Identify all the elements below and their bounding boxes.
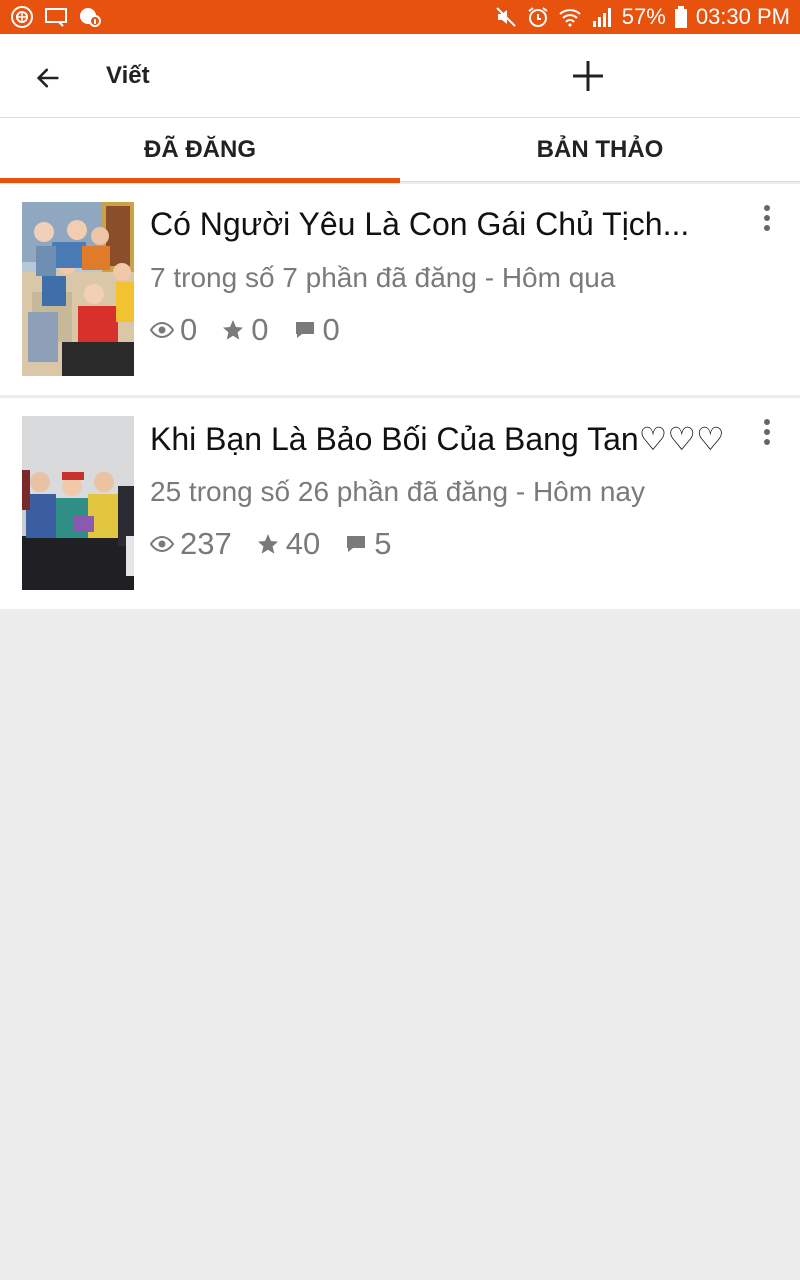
status-bar-right: 57% 03:30 PM: [494, 4, 790, 30]
votes-stat: 40: [256, 526, 320, 562]
views-stat: 237: [150, 526, 232, 562]
story-cover-image[interactable]: [22, 416, 134, 590]
battery-icon: [674, 5, 688, 29]
comment-icon: [347, 536, 366, 552]
story-stats: 0 0 0: [150, 312, 340, 348]
story-title[interactable]: Có Người Yêu Là Con Gái Chủ Tịch...: [150, 206, 730, 243]
comments-count: 5: [374, 526, 392, 561]
page-title: Viết: [106, 62, 150, 89]
story-card[interactable]: Khi Bạn Là Bảo Bối Của Bang Tan♡♡♡ 25 tr…: [0, 398, 800, 612]
more-vertical-icon: [764, 205, 770, 231]
votes-stat: 0: [221, 312, 269, 348]
story-menu-button[interactable]: [752, 412, 782, 452]
story-title[interactable]: Khi Bạn Là Bảo Bối Của Bang Tan♡♡♡: [150, 420, 730, 458]
votes-count: 0: [251, 312, 269, 347]
comment-icon: [295, 322, 314, 338]
eye-icon: [150, 321, 174, 339]
story-meta: 25 trong số 26 phần đã đăng - Hôm nay: [150, 476, 646, 507]
story-meta: 7 trong số 7 phần đã đăng - Hôm qua: [150, 262, 616, 293]
more-vertical-icon: [764, 419, 770, 445]
story-cover-image[interactable]: [22, 202, 134, 376]
mute-icon: [494, 5, 518, 29]
back-button[interactable]: [26, 56, 70, 100]
story-stats: 237 40 5: [150, 526, 391, 562]
alarm-icon: [526, 5, 550, 29]
views-count: 0: [180, 312, 198, 347]
story-menu-button[interactable]: [752, 198, 782, 238]
story-card[interactable]: Có Người Yêu Là Con Gái Chủ Tịch... 7 tr…: [0, 184, 800, 398]
add-story-button[interactable]: [564, 52, 612, 100]
status-bar: 57% 03:30 PM: [0, 0, 800, 34]
views-count: 237: [180, 526, 232, 561]
comments-count: 0: [322, 312, 340, 347]
star-icon: [257, 534, 278, 554]
tab-bar: ĐÃ ĐĂNG BẢN THẢO: [0, 118, 800, 183]
status-bar-left: [10, 5, 102, 29]
shield-icon: [78, 5, 102, 29]
story-list: Có Người Yêu Là Con Gái Chủ Tịch... 7 tr…: [0, 184, 800, 612]
star-icon: [223, 320, 244, 340]
signal-icon: [590, 5, 614, 29]
tab-drafts[interactable]: BẢN THẢO: [400, 118, 800, 182]
wifi-icon: [558, 5, 582, 29]
comments-stat: 0: [293, 312, 340, 348]
comments-stat: 5: [344, 526, 391, 562]
clock: 03:30 PM: [695, 4, 790, 29]
tab-published[interactable]: ĐÃ ĐĂNG: [0, 118, 400, 183]
cast-icon: [44, 5, 68, 29]
battery-percent: 57%: [621, 4, 666, 29]
arrow-left-icon: [36, 68, 59, 88]
app-notification-icon: [10, 5, 34, 29]
plus-icon: [573, 61, 603, 91]
votes-count: 40: [285, 526, 321, 561]
eye-icon: [150, 535, 174, 553]
app-bar: Viết: [0, 34, 800, 118]
views-stat: 0: [150, 312, 197, 348]
